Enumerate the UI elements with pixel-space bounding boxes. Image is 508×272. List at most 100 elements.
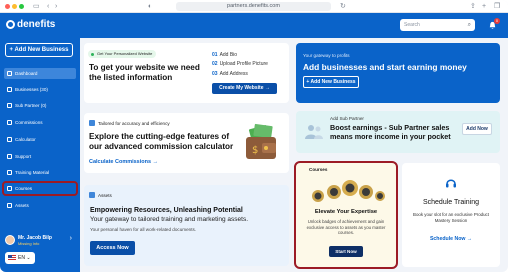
sidebar-item-sub-partner[interactable]: Sub Partner (0) [4, 100, 76, 111]
language-select[interactable]: EN ⌄ [5, 252, 35, 264]
profits-title: Add businesses and start earning money [303, 62, 467, 72]
courses-label: Courses [309, 167, 328, 172]
calculate-commissions-link[interactable]: Calculate Commissions → [89, 159, 158, 165]
training-title: Schedule Training [422, 199, 480, 206]
step-item: 01 Add Bio [212, 52, 237, 58]
sidebar-item-commissions[interactable]: Commissions [4, 117, 76, 128]
tabs-icon[interactable]: ❐ [494, 2, 500, 11]
step-text: Add Bio [219, 52, 238, 58]
sub-partner-title: Boost earnings - Sub Partner sales means… [330, 123, 451, 141]
step-number: 02 [212, 61, 218, 67]
svg-text:$: $ [252, 145, 258, 156]
chevron-down-icon: ⌄ [26, 255, 31, 261]
assets-tag: Assets [89, 192, 112, 198]
step-number: 03 [212, 71, 218, 77]
website-card: Get Your Personalized Website To get you… [84, 43, 289, 103]
sidebar-item-label: Commissions [15, 120, 43, 125]
logo-text: denefits [17, 19, 56, 30]
badges-icon [312, 180, 385, 202]
browser-toolbar: ▭ ‹ › ◐ partners.denefits.com ↻ ⇪ + ❐ [0, 0, 508, 13]
sidebar-item-label: Training Material [15, 170, 50, 175]
support-icon [7, 154, 12, 159]
people-icon [305, 125, 323, 139]
calculator-tag: Tailored for accuracy and efficiency [89, 120, 170, 126]
user-status: Missing Info [18, 240, 40, 246]
courses-card: Courses Elevate Your Expertise Unlock ba… [294, 161, 398, 269]
sidebar-item-label: Courses [15, 186, 33, 191]
reload-icon[interactable]: ↻ [340, 2, 346, 11]
forward-icon[interactable]: › [55, 2, 57, 11]
profits-eyebrow: Your gateway to profits [303, 53, 350, 58]
business-icon [7, 87, 12, 92]
maximize-dot[interactable] [19, 4, 24, 9]
share-icon[interactable]: ⇪ [470, 2, 476, 11]
courses-title: Elevate Your Expertise [314, 209, 378, 215]
minimize-dot[interactable] [12, 4, 17, 9]
sidebar-item-businesses[interactable]: Businesses (30) [4, 84, 76, 95]
assets-title: Empowering Resources, Unleashing Potenti… [90, 207, 243, 214]
training-card: Schedule Training Book your slot for an … [402, 163, 500, 267]
chevron-right-icon: › [69, 235, 72, 242]
calculator-tag-text: Tailored for accuracy and efficiency [98, 120, 170, 126]
calculator-card: Tailored for accuracy and efficiency Exp… [84, 113, 289, 173]
user-name: Mr. Jacob Bilp [18, 234, 52, 241]
assets-icon [7, 203, 12, 208]
back-icon[interactable]: ‹ [47, 2, 49, 11]
sidebar-item-label: Assets [15, 203, 29, 208]
sidebar-item-training-material[interactable]: Training Material [4, 167, 76, 178]
avatar [5, 235, 15, 245]
step-text: Upload Profile Picture [219, 61, 268, 67]
sidebar-item-dashboard[interactable]: Dashboard [4, 68, 76, 79]
step-item: 03 Add Address [212, 71, 248, 77]
url-bar[interactable]: partners.denefits.com [176, 2, 331, 11]
notification-badge: 0 [494, 18, 500, 24]
sidebar-toggle-icon[interactable]: ▭ [33, 2, 40, 11]
sub-partner-card: Add Sub Partner Boost earnings - Sub Par… [296, 111, 500, 153]
badge-icon [89, 120, 95, 126]
training-description: Book your slot for an exclusive Product … [413, 212, 489, 223]
denefits-logo[interactable]: denefits [6, 19, 55, 30]
search-placeholder: Search [404, 22, 420, 28]
us-flag-icon [8, 255, 16, 261]
close-dot[interactable] [5, 4, 10, 9]
app-header: denefits Search ⌕ 0 [0, 13, 508, 38]
sidebar-item-label: Dashboard [15, 71, 38, 76]
add-now-button[interactable]: Add Now [462, 123, 492, 135]
create-website-button[interactable]: Create My Website → [212, 83, 277, 94]
courses-description: Unlock badges of achievement and gain ex… [306, 219, 386, 236]
assets-tag-text: Assets [98, 192, 112, 198]
headset-icon [446, 179, 456, 188]
training-icon [7, 170, 12, 175]
add-business-card-button[interactable]: + Add New Business [303, 76, 359, 88]
step-item: 02 Upload Profile Picture [212, 61, 268, 67]
website-pill: Get Your Personalized Website [88, 50, 157, 58]
step-text: Add Address [219, 71, 248, 77]
sidebar-item-courses[interactable]: Courses [2, 181, 78, 196]
website-title: To get your website we need the listed i… [89, 63, 200, 82]
assets-tag-icon [89, 192, 95, 198]
courses-icon [7, 186, 12, 191]
url-text: partners.denefits.com [227, 3, 280, 9]
start-now-button[interactable]: Start Now [329, 246, 363, 257]
sidebar-item-label: Sub Partner (0) [15, 103, 47, 108]
assets-subtitle: Your gateway to tailored training and ma… [90, 216, 249, 223]
wallet-icon: $ [246, 123, 276, 159]
step-number: 01 [212, 52, 218, 58]
sidebar: + Add New Business Dashboard Businesses … [0, 38, 80, 272]
logo-mark-icon [6, 20, 15, 29]
sidebar-item-calculator[interactable]: Calculator [4, 134, 76, 145]
assets-note: Your personal haven for all work-related… [90, 227, 197, 232]
access-now-button[interactable]: Access Now [90, 241, 135, 255]
search-icon: ⌕ [467, 22, 471, 28]
calculator-icon [7, 137, 12, 142]
add-new-business-button[interactable]: + Add New Business [5, 43, 73, 57]
sidebar-item-label: Businesses (30) [15, 87, 48, 92]
new-tab-icon[interactable]: + [482, 2, 486, 11]
schedule-now-link[interactable]: Schedule Now → [402, 236, 500, 242]
sidebar-item-assets[interactable]: Assets [4, 200, 76, 211]
search-input[interactable]: Search ⌕ [400, 19, 475, 31]
language-label: EN [18, 255, 25, 261]
assets-card: Assets Empowering Resources, Unleashing … [84, 185, 289, 266]
user-profile[interactable]: Mr. Jacob Bilp Missing Info › [5, 232, 75, 248]
sidebar-item-support[interactable]: Support [4, 151, 76, 162]
